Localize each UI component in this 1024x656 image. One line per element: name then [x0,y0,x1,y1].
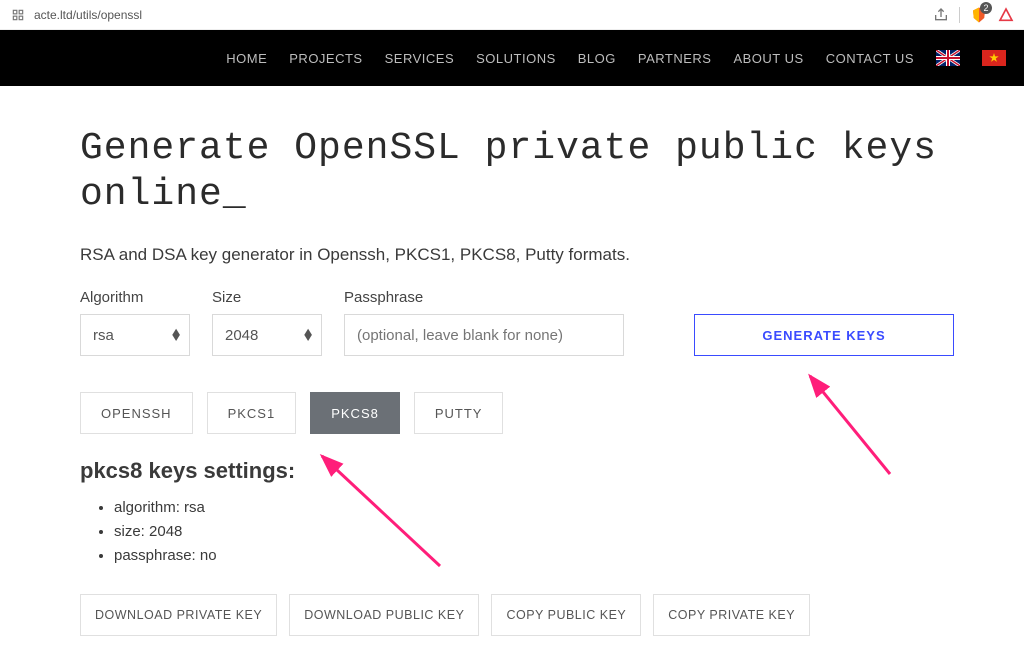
nav-services[interactable]: SERVICES [385,51,455,66]
url-text[interactable]: acte.ltd/utils/openssl [34,8,933,22]
nav-home[interactable]: HOME [226,51,267,66]
generate-keys-button[interactable]: GENERATE KEYS [694,314,954,356]
nav-about[interactable]: ABOUT US [733,51,803,66]
separator [959,7,960,23]
nav-contact[interactable]: CONTACT US [826,51,914,66]
passphrase-input[interactable] [344,314,624,356]
settings-title: pkcs8 keys settings: [80,458,954,484]
size-select[interactable]: 2048 [212,314,322,356]
settings-algorithm: algorithm: rsa [114,496,954,520]
copy-private-button[interactable]: COPY PRIVATE KEY [653,594,810,636]
format-tabs: OPENSSH PKCS1 PKCS8 PUTTY [80,392,954,434]
generator-form: Algorithm rsa Size 2048 Passphrase GENER… [80,289,954,356]
browser-address-bar: acte.ltd/utils/openssl 2 [0,0,1024,30]
nav-projects[interactable]: PROJECTS [289,51,362,66]
size-label: Size [212,289,322,306]
flag-uk-icon[interactable] [936,50,960,66]
brave-shield-icon[interactable]: 2 [970,6,988,24]
flag-vn-icon[interactable] [982,50,1006,66]
algorithm-select[interactable]: rsa [80,314,190,356]
download-private-button[interactable]: DOWNLOAD PRIVATE KEY [80,594,277,636]
settings-list: algorithm: rsa size: 2048 passphrase: no [80,496,954,568]
shield-badge-count: 2 [980,2,992,14]
settings-size: size: 2048 [114,520,954,544]
nav-partners[interactable]: PARTNERS [638,51,712,66]
copy-public-button[interactable]: COPY PUBLIC KEY [491,594,641,636]
settings-passphrase: passphrase: no [114,544,954,568]
site-settings-icon[interactable] [10,7,26,23]
top-nav: HOME PROJECTS SERVICES SOLUTIONS BLOG PA… [0,30,1024,86]
nav-solutions[interactable]: SOLUTIONS [476,51,556,66]
tab-pkcs8[interactable]: PKCS8 [310,392,400,434]
download-public-button[interactable]: DOWNLOAD PUBLIC KEY [289,594,479,636]
passphrase-label: Passphrase [344,289,624,306]
nav-blog[interactable]: BLOG [578,51,616,66]
tab-pkcs1[interactable]: PKCS1 [207,392,297,434]
page-subtitle: RSA and DSA key generator in Openssh, PK… [80,245,954,265]
page-title: Generate OpenSSL private public keys onl… [80,126,954,217]
tab-openssh[interactable]: OPENSSH [80,392,193,434]
key-actions: DOWNLOAD PRIVATE KEY DOWNLOAD PUBLIC KEY… [80,594,954,636]
algorithm-label: Algorithm [80,289,190,306]
share-icon[interactable] [933,7,949,23]
tab-putty[interactable]: PUTTY [414,392,504,434]
brave-rewards-icon[interactable] [998,7,1014,23]
